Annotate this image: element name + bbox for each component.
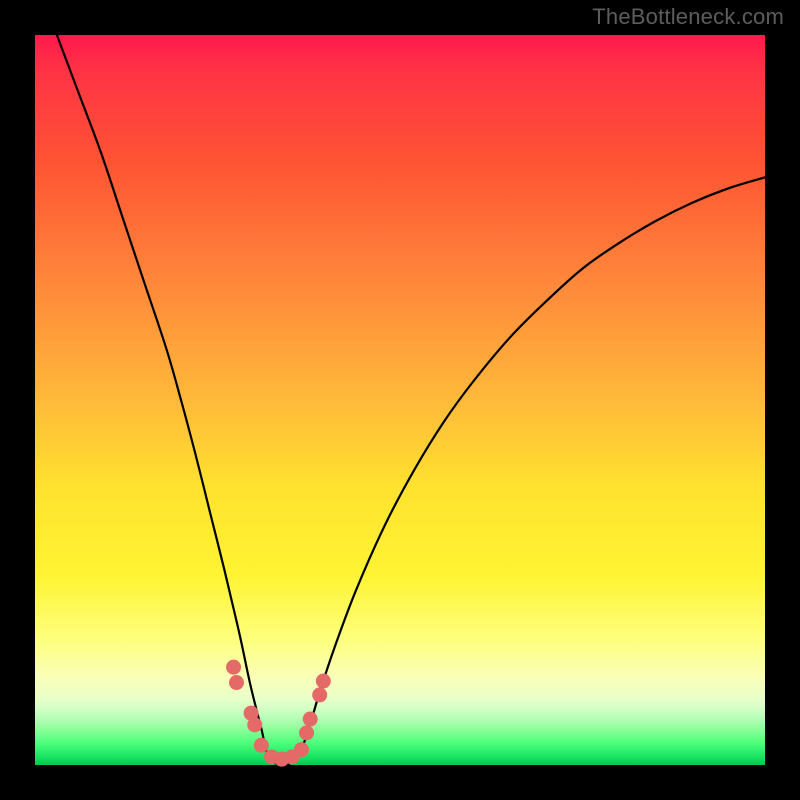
- watermark-text: TheBottleneck.com: [592, 4, 784, 30]
- marker-dot: [229, 675, 244, 690]
- bottleneck-curve: [35, 0, 765, 765]
- curve-layer: [35, 35, 765, 765]
- marker-dot: [294, 742, 309, 757]
- marker-dot: [226, 660, 241, 675]
- curve-markers: [226, 660, 331, 767]
- plot-area: [35, 35, 765, 765]
- marker-dot: [247, 717, 262, 732]
- chart-frame: TheBottleneck.com: [0, 0, 800, 800]
- marker-dot: [316, 674, 331, 689]
- marker-dot: [299, 725, 314, 740]
- marker-dot: [303, 712, 318, 727]
- marker-dot: [254, 738, 269, 753]
- marker-dot: [312, 687, 327, 702]
